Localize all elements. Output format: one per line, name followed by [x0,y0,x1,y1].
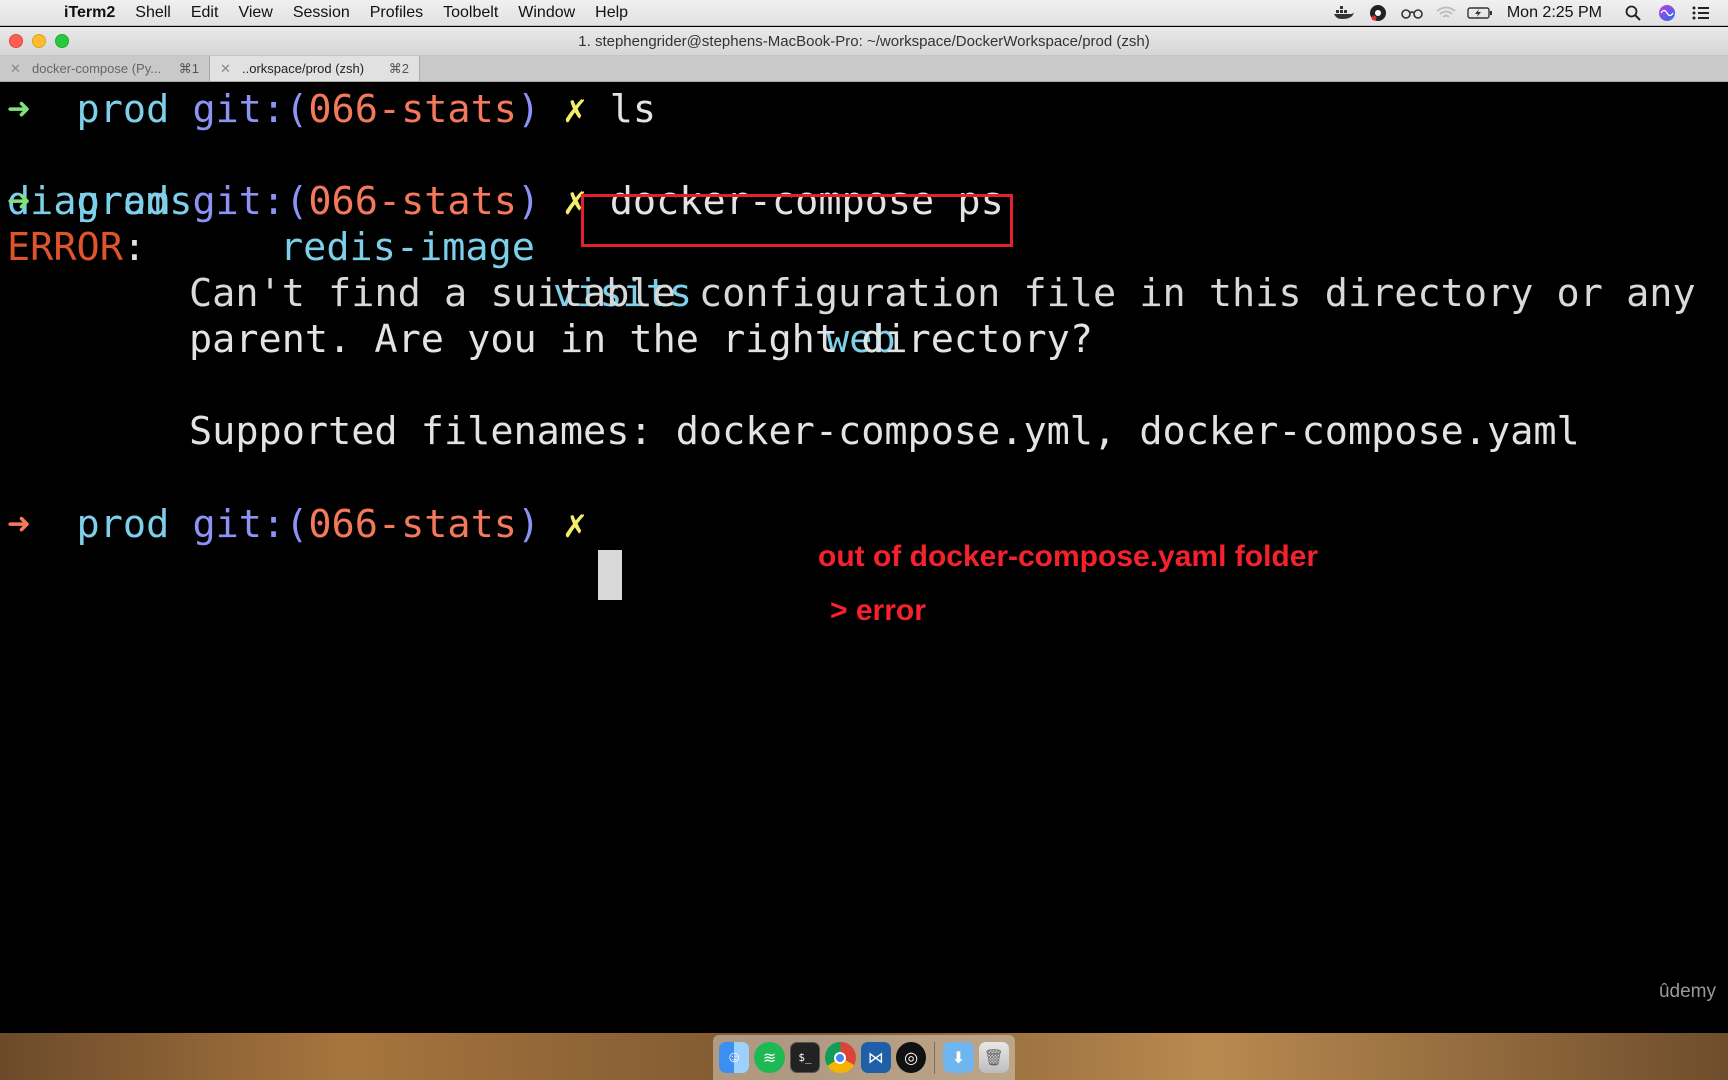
prompt-dirty-mark: ✗ [563,502,587,547]
supported-filenames-line: Supported filenames: docker-compose.yml,… [189,409,1580,454]
ls-output: diagrams redis-image visits web [0,133,1728,362]
downloads-folder-icon[interactable]: ⬇ [943,1042,974,1073]
window-controls [9,34,69,48]
tab-docker-compose[interactable]: ✕ docker-compose (Py... ⌘1 [0,56,210,81]
tab-bar: ✕ docker-compose (Py... ⌘1 ✕ ..orkspace/… [0,56,1728,82]
prompt-git-close: ) [516,179,541,224]
command-ls: ls [609,87,657,132]
menu-edit[interactable]: Edit [181,4,229,22]
menu-view[interactable]: View [228,4,282,22]
tab-shortcut: ⌘2 [388,60,409,76]
menu-help[interactable]: Help [585,4,638,22]
spotlight-search-icon[interactable] [1616,0,1650,26]
prompt-git-branch: 066-stats [308,502,517,547]
terminal-icon[interactable]: $_ [789,1042,821,1073]
error-message-line-2: parent. Are you in the right directory? [189,317,1093,362]
menu-window[interactable]: Window [508,4,585,22]
window-title-bar[interactable]: 1. stephengrider@stephens-MacBook-Pro: ~… [0,27,1728,56]
dock-separator [934,1041,936,1074]
command-highlight-box [581,194,1013,247]
tab-label: ..orkspace/prod (zsh) [242,61,365,76]
prompt-git-branch: 066-stats [308,87,517,132]
prompt-git-label: git:( [192,87,309,132]
minimize-window-button[interactable] [32,34,46,48]
menu-profiles[interactable]: Profiles [360,4,433,22]
trash-icon[interactable]: 🗑 [978,1042,1010,1073]
prompt-error-arrow-icon: ➜ [7,502,31,547]
siri-icon[interactable] [1650,0,1684,26]
menu-bar: iTerm2 Shell Edit View Session Profiles … [0,0,1728,26]
tab-label: docker-compose (Py... [32,61,162,76]
terminal-cursor [598,550,622,600]
notification-center-icon[interactable] [1684,0,1718,26]
vscode-icon[interactable]: ⋈ [860,1042,891,1073]
spotify-icon[interactable]: ≋ [754,1042,785,1073]
prompt-git-label: git:( [192,179,309,224]
obs-icon[interactable]: ◎ [895,1042,927,1073]
status-tray: Mon 2:25 PM [1327,0,1728,26]
terminal-view[interactable]: ➜ prod git:(066-stats) ✗ ls diagrams red… [0,83,1728,1033]
annotation-line-2: > error [830,594,926,627]
prompt-success-arrow-icon: ➜ [7,179,31,224]
menu-session[interactable]: Session [283,4,360,22]
docker-tray-icon[interactable] [1327,0,1361,26]
tab-shortcut: ⌘1 [178,60,199,76]
udemy-watermark: ûdemy [1658,981,1716,1002]
close-icon[interactable]: ✕ [10,61,24,77]
obs-tray-icon[interactable] [1361,0,1395,26]
error-colon: : [122,225,147,270]
menu-toolbelt[interactable]: Toolbelt [433,4,508,22]
close-window-button[interactable] [9,34,23,48]
finder-icon[interactable]: ☺ [719,1042,750,1073]
menu-app-name[interactable]: iTerm2 [62,4,125,22]
terminal-line-prompt-ls: ➜ prod git:(066-stats) ✗ ls [7,87,656,133]
prompt-git-close: ) [516,502,541,547]
prompt-success-arrow-icon: ➜ [7,87,31,132]
prompt-directory: prod [76,87,170,132]
prompt-git-branch: 066-stats [308,179,517,224]
prompt-git-close: ) [516,87,541,132]
prompt-directory: prod [76,179,170,224]
menubar-clock[interactable]: Mon 2:25 PM [1497,4,1616,22]
error-label: ERROR [7,225,123,270]
wifi-icon[interactable] [1429,0,1463,26]
ls-entry-redis-image: redis-image [280,225,535,270]
terminal-line-current-prompt: ➜ prod git:(066-stats) ✗ [7,502,587,548]
error-line: ERROR: [7,225,146,271]
window-title: 1. stephengrider@stephens-MacBook-Pro: ~… [578,32,1150,50]
prompt-directory: prod [76,502,170,547]
prompt-git-label: git:( [192,502,309,547]
error-message-line-1: Can't find a suitable configuration file… [189,271,1696,316]
chrome-icon[interactable] [825,1042,856,1073]
close-icon[interactable]: ✕ [220,61,234,77]
prompt-dirty-mark: ✗ [563,87,587,132]
annotation-line-1: out of docker-compose.yaml folder [818,540,1319,573]
zoom-window-button[interactable] [55,34,69,48]
menu-shell[interactable]: Shell [125,4,181,22]
battery-icon[interactable] [1463,0,1497,26]
dock: ☺ ≋ $_ ⋈ ◎ ⬇ 🗑 [713,1035,1015,1080]
tab-prod-zsh[interactable]: ✕ ..orkspace/prod (zsh) ⌘2 [210,56,420,81]
glasses-tray-icon[interactable] [1395,0,1429,26]
